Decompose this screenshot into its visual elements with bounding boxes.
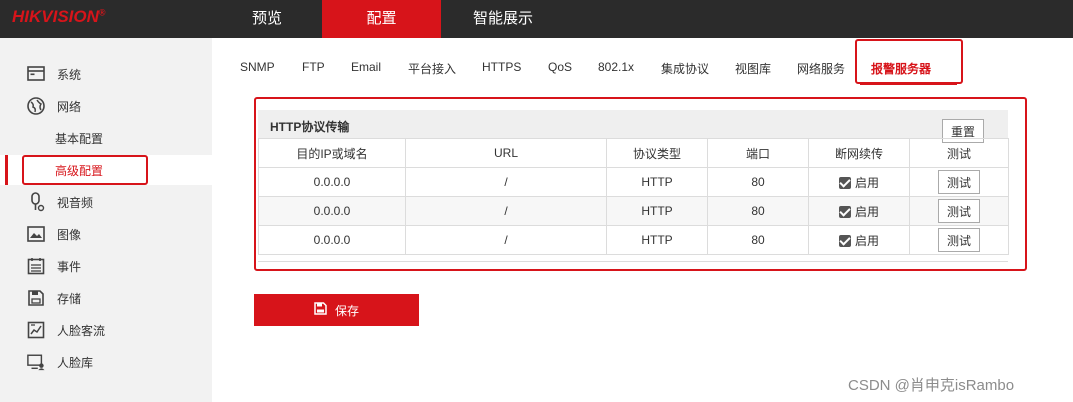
sidebar-item-label: 系统	[57, 67, 82, 82]
face-library-icon	[27, 353, 45, 371]
tab-email[interactable]: Email	[351, 60, 381, 74]
watermark: CSDN @肖申克isRambo	[848, 377, 1015, 394]
tab-view-library[interactable]: 视图库	[735, 60, 771, 77]
sidebar-item-label: 视音频	[57, 195, 94, 210]
hikvision-logo: HIKVISION®	[12, 7, 106, 26]
sidebar-item-face-library[interactable]: 人脸库	[0, 346, 212, 378]
sidebar-item-label: 网络	[57, 99, 82, 114]
sidebar-item-label: 基本配置	[55, 131, 104, 146]
save-icon	[314, 302, 327, 318]
sidebar-item-label: 人脸库	[57, 355, 94, 370]
tab-platform-access[interactable]: 平台接入	[408, 60, 456, 77]
sidebar-item-system[interactable]: 系统	[0, 58, 212, 90]
sidebar-item-network[interactable]: 网络	[0, 90, 212, 122]
sidebar-item-face-flow[interactable]: 人脸客流	[0, 314, 212, 346]
calendar-icon	[27, 257, 45, 275]
tab-snmp[interactable]: SNMP	[240, 60, 275, 74]
highlight-http-panel	[254, 97, 1027, 271]
sidebar-item-audio-video[interactable]: 视音频	[0, 186, 212, 218]
face-flow-icon	[27, 321, 45, 339]
save-button[interactable]: 保存	[254, 294, 419, 326]
nav-smart-display[interactable]: 智能展示	[441, 0, 565, 38]
save-icon	[27, 289, 45, 307]
top-bar: HIKVISION® 预览 配置 智能展示	[0, 0, 1073, 38]
nav-preview[interactable]: 预览	[213, 0, 321, 38]
highlight-alarm-server-tab	[855, 39, 963, 84]
sidebar-item-label: 事件	[57, 259, 82, 274]
highlight-advanced-config	[22, 155, 148, 185]
tab-https[interactable]: HTTPS	[482, 60, 521, 74]
tab-8021x[interactable]: 802.1x	[598, 60, 634, 74]
tab-network-service[interactable]: 网络服务	[797, 60, 845, 77]
save-label: 保存	[334, 303, 359, 318]
globe-icon	[27, 97, 45, 115]
tab-qos[interactable]: QoS	[548, 60, 572, 74]
sidebar-item-storage[interactable]: 存储	[0, 282, 212, 314]
monitor-icon	[27, 65, 45, 83]
sidebar: 系统 网络 基本配置 高级配置 视音频 图像 事件 存储 人脸客流 人脸库	[0, 38, 212, 402]
sidebar-item-label: 图像	[57, 227, 82, 242]
active-marker	[5, 155, 8, 185]
tab-ftp[interactable]: FTP	[302, 60, 325, 74]
sidebar-item-label: 人脸客流	[57, 323, 106, 338]
tab-integration-protocol[interactable]: 集成协议	[661, 60, 709, 77]
sidebar-item-image[interactable]: 图像	[0, 218, 212, 250]
sidebar-item-event[interactable]: 事件	[0, 250, 212, 282]
sidebar-subitem-basic-config[interactable]: 基本配置	[0, 123, 212, 153]
microphone-icon	[27, 192, 45, 212]
nav-config[interactable]: 配置	[322, 0, 441, 38]
sidebar-item-label: 存储	[57, 291, 82, 306]
image-icon	[27, 225, 45, 243]
